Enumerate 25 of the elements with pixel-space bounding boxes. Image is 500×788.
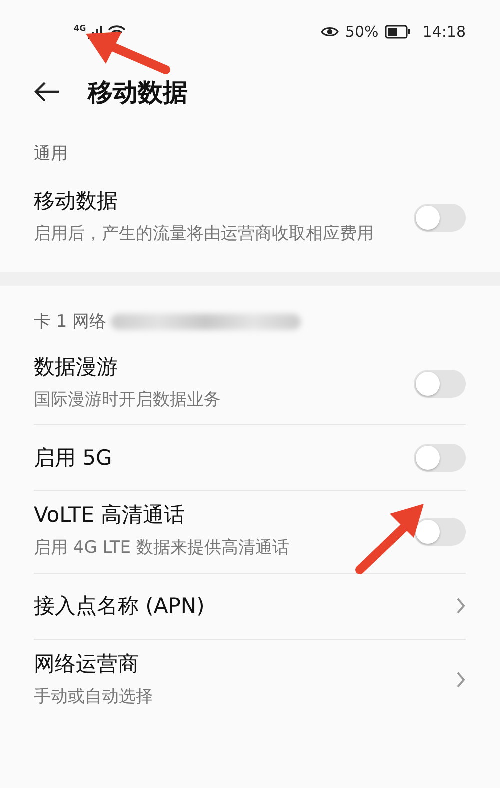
setting-description: 启用 4G LTE 数据来提供高清通话: [34, 537, 290, 560]
setting-description: 国际漫游时开启数据业务: [34, 389, 222, 412]
back-icon[interactable]: [34, 82, 60, 102]
section-header: 卡 1 网络: [34, 311, 107, 334]
toggle-switch[interactable]: [414, 518, 466, 546]
setting-title: VoLTE 高清通话: [34, 502, 186, 530]
toggle-switch[interactable]: [414, 370, 466, 398]
chevron-icon: [456, 597, 466, 616]
network-type: 4G: [74, 24, 86, 33]
setting-title: 移动数据: [34, 188, 119, 215]
clock-time: 14:18: [422, 23, 466, 41]
toggle-switch[interactable]: [414, 204, 466, 232]
setting-title: 启用 5G: [34, 444, 114, 472]
section-header: 通用: [33, 143, 69, 166]
eye-icon: [321, 26, 340, 38]
chevron-icon: [456, 671, 466, 690]
toggle-switch[interactable]: [414, 444, 466, 472]
setting-title: 网络运营商: [34, 650, 140, 678]
setting-title: 接入点名称 (APN): [34, 593, 206, 620]
setting-title: 数据漫游: [34, 354, 119, 382]
battery-percent: 50%: [345, 23, 379, 41]
setting-description: 启用后，产生的流量将由运营商收取相应费用: [34, 223, 375, 246]
page-title: 移动数据: [88, 76, 188, 108]
battery-icon: [384, 25, 411, 39]
setting-description: 手动或自动选择: [34, 686, 154, 709]
